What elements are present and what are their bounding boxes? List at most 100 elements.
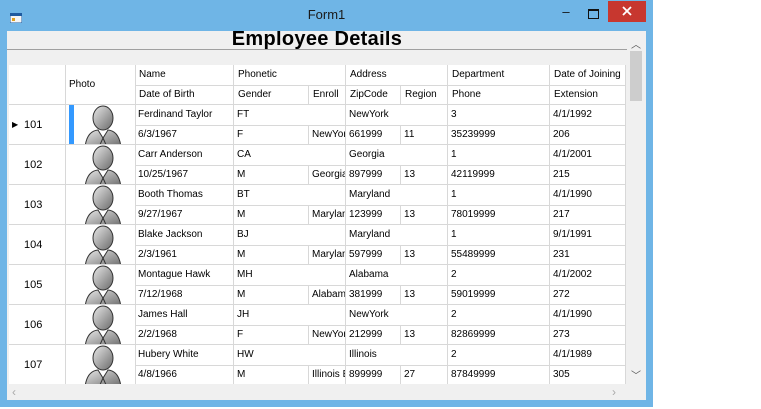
cell-address[interactable]: Illinois	[346, 345, 448, 364]
cell-address[interactable]: Alabama	[346, 265, 448, 284]
minimize-button[interactable]: –	[556, 5, 576, 23]
cell-enroll[interactable]: Illinois E	[309, 365, 346, 384]
cell-name[interactable]: Ferdinand Taylor	[135, 105, 234, 124]
row-header[interactable]: 107	[9, 345, 65, 384]
cell-phonetic[interactable]: FT	[234, 105, 346, 124]
cell-joining[interactable]: 4/1/1989	[550, 345, 626, 364]
cell-ext[interactable]: 206	[550, 125, 626, 144]
column-header-dob[interactable]: Date of Birth	[135, 85, 234, 105]
column-header-zip[interactable]: ZipCode	[346, 85, 401, 105]
vertical-scrollbar[interactable]: ︿ ﹀	[627, 31, 646, 384]
cell-name[interactable]: Carr Anderson	[135, 145, 234, 164]
column-header-gender[interactable]: Gender	[234, 85, 309, 105]
cell-gender[interactable]: M	[234, 285, 309, 304]
cell-region[interactable]: 13	[401, 325, 448, 344]
cell-gender[interactable]: M	[234, 245, 309, 264]
cell-phonetic[interactable]: BT	[234, 185, 346, 204]
cell-joining[interactable]: 9/1/1991	[550, 225, 626, 244]
cell-ext[interactable]: 305	[550, 365, 626, 384]
scroll-down-icon[interactable]: ﹀	[631, 367, 641, 382]
column-header-ext[interactable]: Extension	[550, 85, 626, 105]
cell-address[interactable]: NewYork	[346, 105, 448, 124]
cell-ext[interactable]: 217	[550, 205, 626, 224]
cell-dob[interactable]: 9/27/1967	[135, 205, 234, 224]
cell-ext[interactable]: 231	[550, 245, 626, 264]
cell-address[interactable]: Georgia	[346, 145, 448, 164]
cell-region[interactable]: 13	[401, 165, 448, 184]
cell-region[interactable]: 13	[401, 245, 448, 264]
column-header-phonetic[interactable]: Phonetic	[234, 65, 346, 85]
cell-name[interactable]: Booth Thomas	[135, 185, 234, 204]
scroll-left-icon[interactable]: ‹	[12, 385, 16, 399]
column-header-name[interactable]: Name	[135, 65, 234, 85]
cell-gender[interactable]: M	[234, 365, 309, 384]
row-header[interactable]: 106	[9, 305, 65, 345]
cell-phone[interactable]: 42119999	[448, 165, 550, 184]
cell-ext[interactable]: 273	[550, 325, 626, 344]
cell-gender[interactable]: M	[234, 205, 309, 224]
cell-zip[interactable]: 661999	[346, 125, 401, 144]
cell-department[interactable]: 2	[448, 345, 550, 364]
cell-name[interactable]: Montague Hawk	[135, 265, 234, 284]
column-header-department[interactable]: Department	[448, 65, 550, 85]
cell-zip[interactable]: 597999	[346, 245, 401, 264]
cell-region[interactable]: 13	[401, 285, 448, 304]
cell-phonetic[interactable]: HW	[234, 345, 346, 364]
cell-address[interactable]: NewYork	[346, 305, 448, 324]
cell-enroll[interactable]: NewYork	[309, 325, 346, 344]
cell-zip[interactable]: 212999	[346, 325, 401, 344]
person-silhouette-icon[interactable]	[65, 145, 129, 185]
cell-gender[interactable]: F	[234, 125, 309, 144]
cell-phone[interactable]: 59019999	[448, 285, 550, 304]
person-silhouette-icon[interactable]	[65, 105, 129, 145]
cell-enroll[interactable]: Maryland	[309, 245, 346, 264]
person-silhouette-icon[interactable]	[65, 265, 129, 305]
cell-dob[interactable]: 4/8/1966	[135, 365, 234, 384]
cell-joining[interactable]: 4/1/1990	[550, 305, 626, 324]
employee-grid[interactable]: Photo Name Phonetic Address Department Date o…	[9, 65, 626, 384]
row-header[interactable]: 105	[9, 265, 65, 305]
cell-ext[interactable]: 272	[550, 285, 626, 304]
cell-address[interactable]: Maryland	[346, 185, 448, 204]
cell-phone[interactable]: 87849999	[448, 365, 550, 384]
cell-zip[interactable]: 123999	[346, 205, 401, 224]
column-header-phone[interactable]: Phone	[448, 85, 550, 105]
title-bar[interactable]: Form1 –	[0, 0, 653, 31]
cell-department[interactable]: 1	[448, 185, 550, 204]
cell-region[interactable]: 27	[401, 365, 448, 384]
column-header-enroll[interactable]: Enroll	[309, 85, 346, 105]
cell-gender[interactable]: F	[234, 325, 309, 344]
person-silhouette-icon[interactable]	[65, 305, 129, 345]
maximize-button[interactable]	[582, 5, 604, 23]
cell-zip[interactable]: 899999	[346, 365, 401, 384]
column-header-photo[interactable]: Photo	[65, 65, 135, 105]
vertical-scroll-thumb[interactable]	[630, 51, 642, 101]
row-header[interactable]: 104	[9, 225, 65, 265]
cell-phonetic[interactable]: BJ	[234, 225, 346, 244]
cell-region[interactable]: 13	[401, 205, 448, 224]
cell-phonetic[interactable]: MH	[234, 265, 346, 284]
scroll-right-icon[interactable]: ›	[612, 385, 616, 399]
cell-name[interactable]: James Hall	[135, 305, 234, 324]
cell-enroll[interactable]: NewYork	[309, 125, 346, 144]
horizontal-scrollbar[interactable]: ‹ ›	[7, 384, 627, 400]
cell-joining[interactable]: 4/1/2002	[550, 265, 626, 284]
cell-zip[interactable]: 897999	[346, 165, 401, 184]
cell-department[interactable]: 3	[448, 105, 550, 124]
cell-phone[interactable]: 35239999	[448, 125, 550, 144]
cell-department[interactable]: 2	[448, 265, 550, 284]
cell-dob[interactable]: 6/3/1967	[135, 125, 234, 144]
cell-dob[interactable]: 10/25/1967	[135, 165, 234, 184]
cell-phone[interactable]: 55489999	[448, 245, 550, 264]
column-header-region[interactable]: Region	[401, 85, 448, 105]
cell-enroll[interactable]: Georgia	[309, 165, 346, 184]
cell-name[interactable]: Blake Jackson	[135, 225, 234, 244]
person-silhouette-icon[interactable]	[65, 225, 129, 265]
cell-dob[interactable]: 7/12/1968	[135, 285, 234, 304]
cell-phone[interactable]: 78019999	[448, 205, 550, 224]
cell-department[interactable]: 1	[448, 145, 550, 164]
cell-name[interactable]: Hubery White	[135, 345, 234, 364]
cell-joining[interactable]: 4/1/1990	[550, 185, 626, 204]
column-header-address[interactable]: Address	[346, 65, 448, 85]
column-header-joining[interactable]: Date of Joining	[550, 65, 626, 85]
